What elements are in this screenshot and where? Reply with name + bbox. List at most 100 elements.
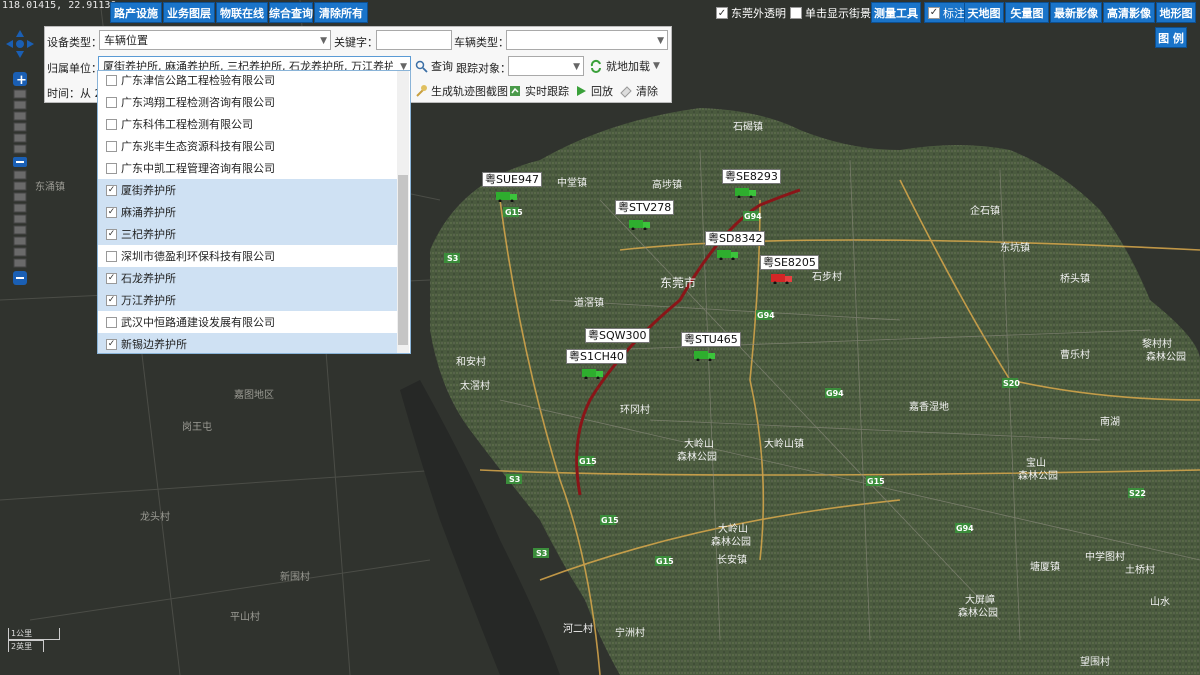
place-label: 土桥村 (1125, 563, 1155, 576)
truck-icon[interactable] (694, 349, 716, 361)
place-label: 高埗镇 (652, 178, 682, 191)
list-item[interactable]: 广东津信公路工程检验有限公司 (98, 71, 398, 91)
place-label: 岗王屯 (182, 420, 212, 433)
vehicle-label[interactable]: 粤S1CH40 (566, 349, 627, 364)
list-item[interactable]: 广东鸿翔工程检测咨询有限公司 (98, 91, 398, 113)
replay-button[interactable]: 回放 (574, 81, 613, 101)
road-facilities-button[interactable]: 路产设施 (110, 2, 162, 23)
more-dropdown-button[interactable]: ▼ (649, 56, 667, 76)
unit-label: 归属单位： (47, 62, 102, 75)
vehicle-label[interactable]: 粤SQW300 (585, 328, 650, 343)
place-label: 森林公园 (958, 606, 998, 619)
track-object-select[interactable]: ▼ (508, 56, 584, 76)
checkbox-icon[interactable] (106, 96, 117, 108)
road-label: S3 (447, 254, 458, 263)
vehicle-label[interactable]: 粤STU465 (681, 332, 741, 347)
checkbox-icon[interactable]: ✓ (106, 338, 117, 350)
checkbox-icon[interactable] (106, 140, 117, 152)
clear-all-button[interactable]: 清除所有 (314, 2, 368, 23)
list-item[interactable]: ✓ 三杞养护所 (98, 223, 398, 245)
vehicle-label[interactable]: 粤SE8293 (722, 169, 781, 184)
place-label: 东涌镇 (35, 180, 65, 193)
measure-tool-button[interactable]: 测量工具 (871, 2, 921, 23)
clear-track-button[interactable]: 清除 (619, 81, 658, 101)
tianditu-map-button[interactable]: 天地图 (964, 2, 1004, 23)
checkbox-icon[interactable] (106, 118, 117, 130)
vehicle-label[interactable]: 粤SD8342 (705, 231, 766, 246)
truck-icon[interactable] (496, 190, 518, 202)
query-button[interactable]: 查询 (414, 56, 453, 76)
device-type-select[interactable]: 车辆位置 ▼ (99, 30, 331, 50)
place-label: 大岭山镇 (764, 437, 804, 450)
terrain-map-button[interactable]: 地形图 (1156, 2, 1196, 23)
list-item[interactable]: ✓ 新锡边养护所 (98, 333, 398, 353)
keyword-label: 关键字： (334, 36, 378, 49)
scale-bottom: 2英里 (8, 640, 44, 652)
place-label: 宝山 (1026, 456, 1046, 469)
list-item[interactable]: 武汉中恒路通建设发展有限公司 (98, 311, 398, 333)
latest-imagery-button[interactable]: 最新影像 (1050, 2, 1102, 23)
place-label: 嘉香湿地 (909, 400, 949, 413)
place-label: 石碣镇 (733, 120, 763, 133)
road-label: G94 (826, 389, 844, 398)
road-label: G15 (601, 516, 619, 525)
combined-query-button[interactable]: 综合查询 (269, 2, 313, 23)
list-item[interactable]: 深圳市德盈利环保科技有限公司 (98, 245, 398, 267)
coordinate-readout: 118.01415, 22.91130 (2, 0, 117, 11)
hd-imagery-button[interactable]: 高清影像 (1103, 2, 1155, 23)
truck-icon-alert[interactable] (771, 272, 793, 284)
place-label: 新围村 (280, 570, 310, 583)
dropdown-scrollbar[interactable] (397, 71, 409, 353)
vehicle-label[interactable]: 粤SUE947 (482, 172, 542, 187)
realtime-tracking-button[interactable]: 实时跟踪 (508, 81, 569, 101)
place-label: 东莞市 (660, 275, 696, 290)
checkbox-icon[interactable] (106, 162, 117, 174)
list-item[interactable]: ✓ 厦街养护所 (98, 179, 398, 201)
checkbox-icon[interactable] (106, 250, 117, 262)
checkbox-icon[interactable]: ✓ (106, 272, 117, 284)
list-item[interactable]: ✓ 麻涌养护所 (98, 201, 398, 223)
list-item[interactable]: 广东中凯工程管理咨询有限公司 (98, 157, 398, 179)
checkbox-icon[interactable]: ✓ (716, 7, 728, 19)
vehicle-label[interactable]: 粤SE8205 (760, 255, 819, 270)
checkbox-icon[interactable]: ✓ (106, 184, 117, 196)
list-item[interactable]: ✓ 万江养护所 (98, 289, 398, 311)
generate-track-screenshot-button[interactable]: 生成轨迹图截图 (414, 81, 508, 101)
list-item[interactable]: 广东兆丰生态资源科技有限公司 (98, 135, 398, 157)
checkbox-icon[interactable]: ✓ (106, 294, 117, 306)
place-label: 大岭山 (684, 437, 714, 450)
street-view-toggle[interactable]: 单击显示街景 (790, 3, 871, 23)
vehicle-label[interactable]: 粤STV278 (615, 200, 675, 215)
list-item[interactable]: 广东科伟工程检测有限公司 (98, 113, 398, 135)
checkbox-icon[interactable] (790, 7, 802, 19)
legend-button[interactable]: 图 例 (1155, 27, 1187, 48)
keyword-input[interactable] (376, 30, 452, 50)
chevron-down-icon: ▼ (653, 61, 660, 71)
vector-map-button[interactable]: 矢量图 (1005, 2, 1049, 23)
business-layers-button[interactable]: 业务图层 (163, 2, 215, 23)
checkbox-icon[interactable]: ✓ (106, 228, 117, 240)
local-load-button[interactable]: 就地加载 (589, 56, 650, 76)
dongguan-transparent-toggle[interactable]: ✓ 东莞外透明 (716, 3, 786, 23)
vehicle-type-select[interactable]: ▼ (506, 30, 668, 50)
road-label: G15 (579, 457, 597, 466)
road-label: S22 (1129, 489, 1146, 498)
mark-toggle[interactable]: ✓ 标注 (924, 2, 969, 23)
checkbox-icon[interactable]: ✓ (106, 206, 117, 218)
truck-icon[interactable] (582, 367, 604, 379)
truck-icon[interactable] (735, 186, 757, 198)
scrollbar-thumb[interactable] (398, 175, 408, 345)
track-object-label: 跟踪对象： (456, 62, 511, 75)
truck-icon[interactable] (629, 218, 651, 230)
checkbox-icon[interactable] (106, 74, 117, 86)
unit-dropdown-list[interactable]: 广东津信公路工程检验有限公司 广东鸿翔工程检测咨询有限公司 广东科伟工程检测有限… (97, 70, 411, 354)
place-label: 森林公园 (711, 535, 751, 548)
place-label: 和安村 (456, 355, 486, 368)
checkbox-icon[interactable]: ✓ (928, 6, 940, 19)
list-item[interactable]: ✓ 石龙养护所 (98, 267, 398, 289)
checkbox-icon[interactable] (106, 316, 117, 328)
truck-icon[interactable] (717, 248, 739, 260)
road-label: G15 (656, 557, 674, 566)
iot-online-button[interactable]: 物联在线 (216, 2, 268, 23)
pan-zoom-control[interactable]: + (4, 26, 36, 288)
